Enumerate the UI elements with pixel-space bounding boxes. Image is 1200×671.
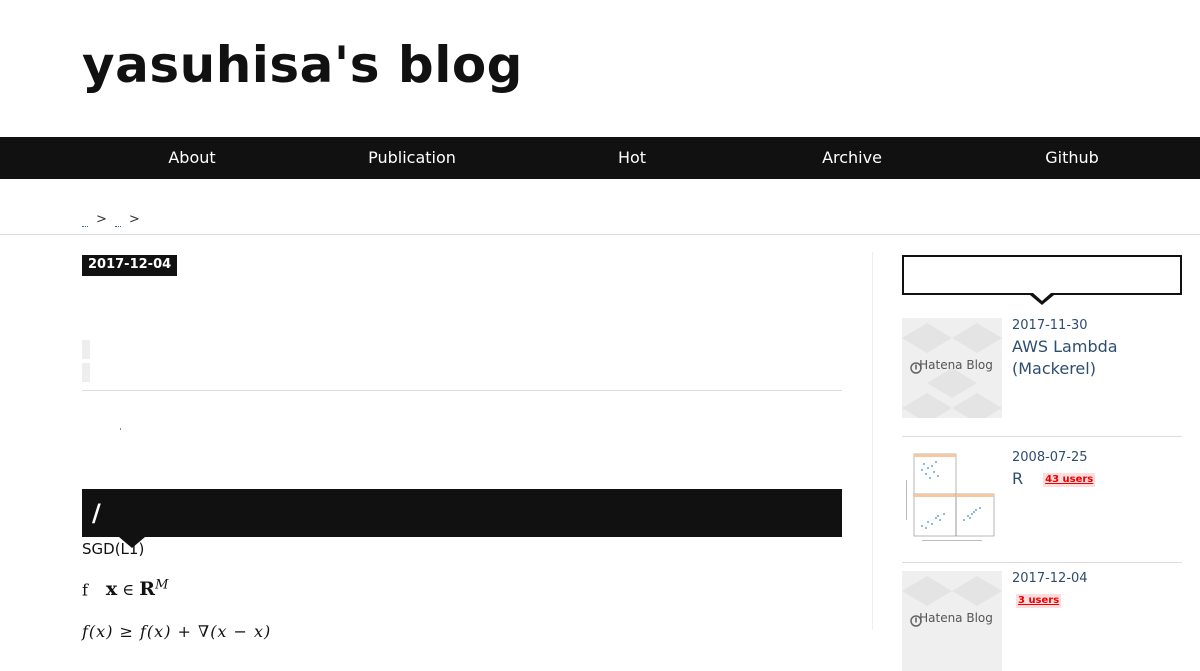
entry-title-text[interactable]: AWS Lambda (Mackerel) bbox=[1012, 337, 1118, 378]
scatter-plot-thumbnail-icon bbox=[902, 450, 1002, 550]
breadcrumb-link-home[interactable] bbox=[82, 213, 88, 227]
math-in-symbol: ∈ bbox=[122, 580, 135, 600]
text-fragment bbox=[120, 428, 121, 430]
math-set: R bbox=[139, 578, 156, 601]
nav-item-archive[interactable]: Archive bbox=[742, 137, 962, 179]
nav-item-publication[interactable]: Publication bbox=[302, 137, 522, 179]
entry-date: 2017-12-04 bbox=[1012, 571, 1088, 586]
entry-thumbnail[interactable] bbox=[902, 450, 1002, 550]
thumbnail-text: Hatena Blog bbox=[919, 358, 993, 372]
entry-thumbnail[interactable]: Hatena Blog bbox=[902, 318, 1002, 418]
share-button-placeholder[interactable] bbox=[82, 340, 90, 359]
nav-item-hot[interactable]: Hot bbox=[522, 137, 742, 179]
breadcrumb-link-category[interactable] bbox=[114, 213, 121, 227]
nav-item-github[interactable]: Github bbox=[962, 137, 1182, 179]
article-paragraph: SGD(L1) bbox=[82, 540, 145, 558]
header-divider bbox=[0, 234, 1200, 235]
entry-title[interactable]: AWS Lambda (Mackerel) bbox=[1012, 336, 1182, 380]
entry-divider bbox=[902, 562, 1182, 563]
site-title[interactable]: yasuhisa's blog bbox=[82, 36, 523, 94]
bookmark-users-badge[interactable]: 3 users bbox=[1016, 593, 1062, 608]
entry-thumbnail[interactable]: Hatena Blog bbox=[902, 571, 1002, 671]
section-heading: / bbox=[82, 488, 842, 548]
entry-title-text[interactable]: R bbox=[1012, 469, 1023, 488]
thumbnail-text: Hatena Blog bbox=[919, 611, 993, 625]
column-divider bbox=[872, 252, 873, 630]
nav-item-about[interactable]: About bbox=[82, 137, 302, 179]
entry-date: 2008-07-25 bbox=[1012, 450, 1088, 465]
share-button-placeholder[interactable] bbox=[82, 363, 90, 382]
math-exponent: M bbox=[155, 578, 169, 593]
breadcrumb: > > bbox=[82, 212, 148, 227]
entry-title[interactable]: 3 users bbox=[1012, 589, 1182, 611]
breadcrumb-separator: > bbox=[128, 212, 140, 227]
math-vector: x bbox=[105, 578, 118, 601]
entry-divider bbox=[902, 436, 1182, 437]
math-formula-cutoff: f(x) ≥ f(x) + ∇(x − x) bbox=[82, 622, 272, 641]
math-formula: fx ∈ RM bbox=[82, 578, 168, 600]
math-prefix: f bbox=[82, 580, 88, 600]
breadcrumb-separator: > bbox=[96, 212, 107, 227]
article-header-divider bbox=[82, 390, 842, 391]
share-buttons[interactable] bbox=[82, 340, 102, 382]
article-date-badge[interactable]: 2017-12-04 bbox=[82, 255, 178, 276]
entry-date: 2017-11-30 bbox=[1012, 318, 1088, 333]
bookmark-users-badge[interactable]: 43 users bbox=[1043, 472, 1096, 487]
entry-title[interactable]: R 43 users bbox=[1012, 468, 1182, 490]
sidebar-module-header bbox=[902, 255, 1182, 305]
global-nav: About Publication Hot Archive Github bbox=[0, 137, 1200, 179]
